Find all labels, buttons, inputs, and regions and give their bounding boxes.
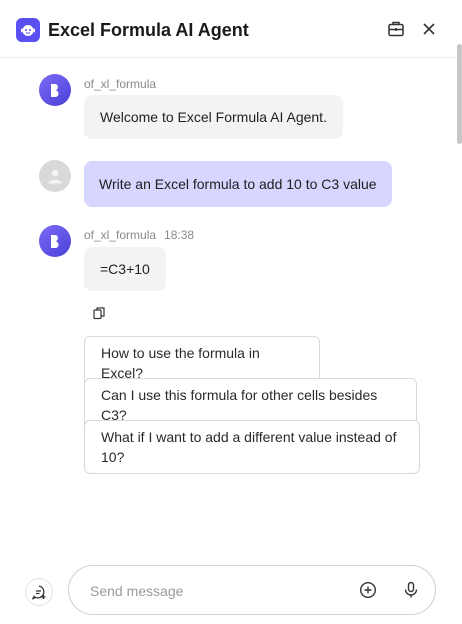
user-avatar <box>39 160 71 192</box>
bot-message: =C3+10 <box>84 247 166 291</box>
microphone-icon[interactable] <box>402 581 420 599</box>
copy-icon[interactable] <box>91 305 107 321</box>
chat-header: Excel Formula AI Agent <box>0 0 462 58</box>
close-icon[interactable] <box>418 18 440 40</box>
message-timestamp: 18:38 <box>164 228 195 242</box>
scrollbar[interactable] <box>457 44 462 144</box>
sender-name: of_xl_formula 18:38 <box>84 228 195 242</box>
message-input[interactable] <box>88 578 342 604</box>
briefcase-icon[interactable] <box>385 18 407 40</box>
bot-message: Welcome to Excel Formula AI Agent. <box>84 95 343 139</box>
user-message: Write an Excel formula to add 10 to C3 v… <box>84 161 392 207</box>
bot-avatar <box>39 74 71 106</box>
new-chat-icon[interactable] <box>25 578 53 606</box>
message-composer <box>68 565 436 615</box>
plus-circle-icon[interactable] <box>359 581 377 599</box>
sender-name: of_xl_formula <box>84 77 157 91</box>
app-title: Excel Formula AI Agent <box>48 20 249 40</box>
suggestion-chip[interactable]: What if I want to add a different value … <box>84 420 420 474</box>
bot-face-icon <box>16 18 40 42</box>
bot-avatar <box>39 225 71 257</box>
